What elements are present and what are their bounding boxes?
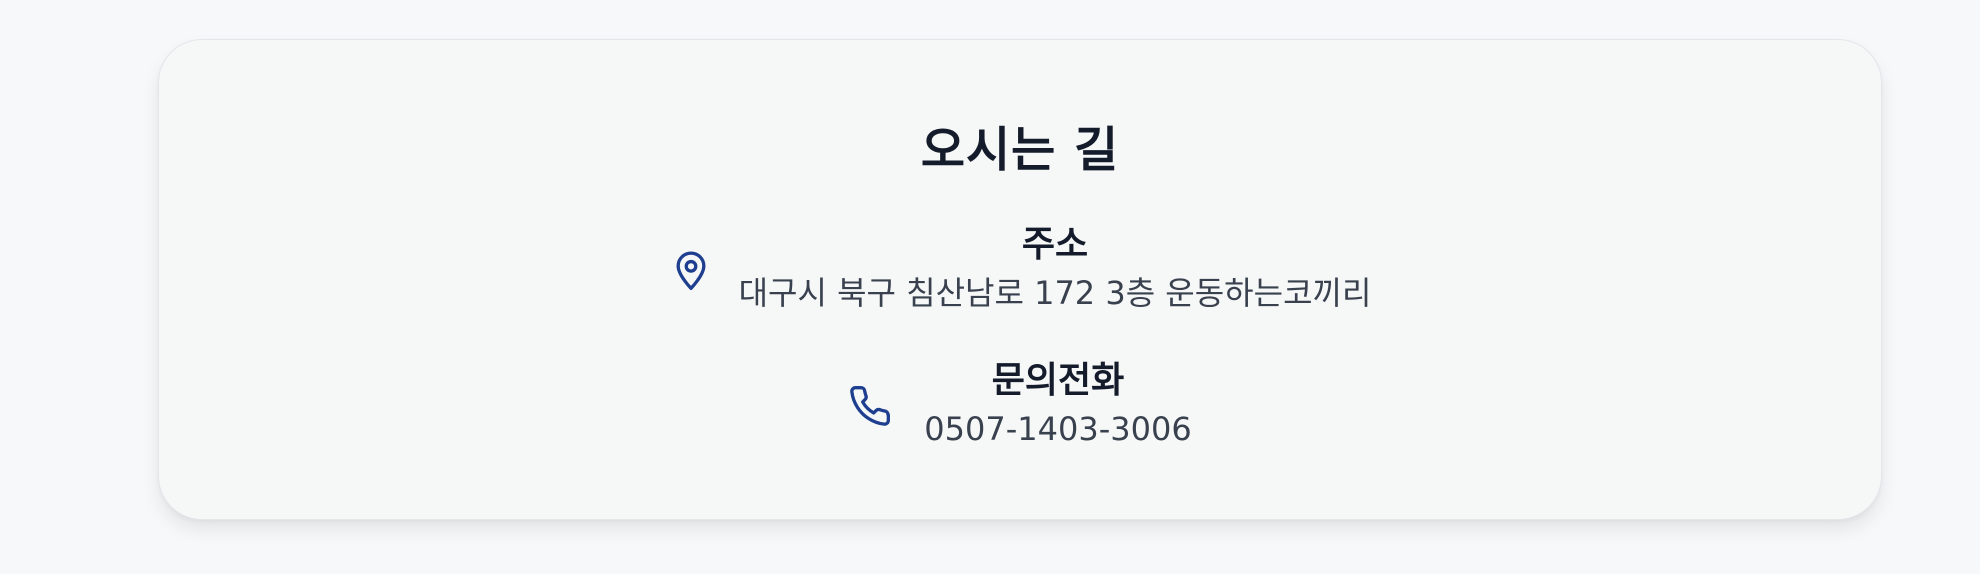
section-title: 오시는 길 (920, 122, 1120, 178)
phone-value[interactable]: 0507-1403-3006 (924, 404, 1191, 454)
phone-icon (848, 382, 892, 430)
map-pin-icon (669, 246, 713, 294)
address-text: 주소 대구시 북구 침산남로 172 3층 운동하는코끼리 (739, 222, 1372, 318)
address-label: 주소 (1021, 224, 1089, 265)
directions-card: 오시는 길 주소 대구시 북구 침산남로 172 3층 운동하는코끼리 문의전화… (158, 39, 1882, 520)
phone-label: 문의전화 (991, 360, 1125, 401)
phone-row: 문의전화 0507-1403-3006 (159, 358, 1881, 454)
address-row: 주소 대구시 북구 침산남로 172 3층 운동하는코끼리 (159, 222, 1881, 318)
address-value: 대구시 북구 침산남로 172 3층 운동하는코끼리 (738, 274, 1372, 312)
phone-text: 문의전화 0507-1403-3006 (924, 358, 1191, 454)
